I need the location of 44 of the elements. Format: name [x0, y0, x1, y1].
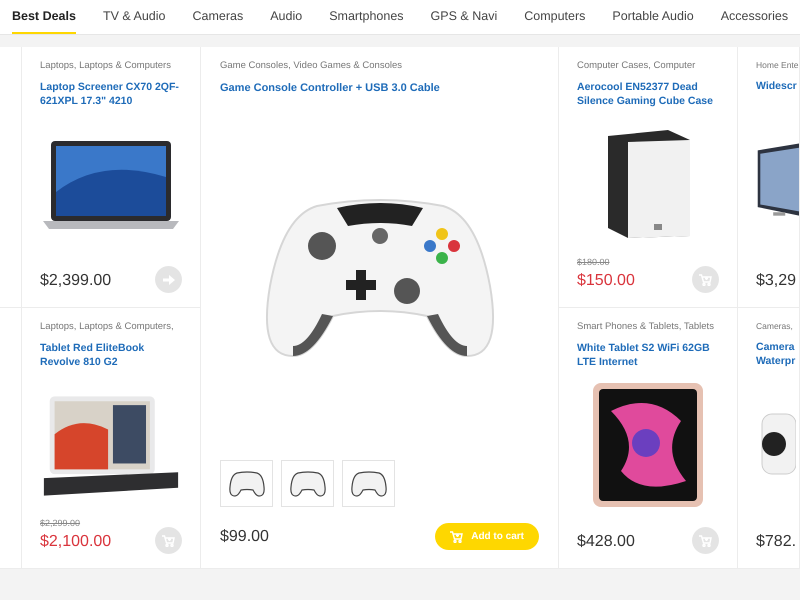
product-price: $428.00: [577, 532, 635, 552]
product-title[interactable]: Tablet Red EliteBook Revolve 810 G2: [40, 341, 182, 370]
category-tab[interactable]: TV & Audio: [102, 0, 166, 34]
product-title[interactable]: Camera Waterpr: [756, 340, 799, 368]
category-tab[interactable]: Audio: [270, 0, 302, 34]
add-to-cart-button[interactable]: [692, 266, 719, 293]
category-tab[interactable]: Portable Audio: [612, 0, 694, 34]
product-title[interactable]: White Tablet S2 WiFi 62GB LTE Internet: [577, 341, 719, 370]
category-tab[interactable]: Best Deals: [12, 0, 76, 34]
category-tab[interactable]: Accessories: [720, 0, 788, 34]
cart-icon: [699, 274, 712, 286]
product-category: Laptops, Laptops & Computers: [40, 59, 172, 73]
old-price: $180.00: [577, 256, 611, 268]
product-price: $150.00: [577, 271, 635, 291]
old-price: $2,299.00: [40, 516, 82, 530]
add-to-cart-button[interactable]: [692, 527, 719, 554]
cart-icon: [162, 534, 175, 546]
product-title[interactable]: Laptop Screener CX70 2QF-621XPL 17.3" 4210: [40, 80, 182, 108]
category-tab[interactable]: Smartphones: [329, 0, 404, 34]
product-price: $99.00: [220, 526, 269, 546]
product-category: Game Consoles, Video Games & Consoles: [220, 59, 403, 73]
cart-icon: [699, 534, 712, 546]
add-to-cart-button[interactable]: [155, 527, 182, 554]
product-title[interactable]: Game Console Controller + USB 3.0 Cable: [220, 80, 539, 97]
product-category: Home Ente: [756, 59, 799, 72]
product-price: $2,399.00: [40, 271, 112, 291]
thumbnail-image[interactable]: [281, 460, 334, 507]
product-category: Laptops, Laptops & Computers,: [40, 320, 175, 334]
product-price: $2,100.00: [40, 532, 112, 552]
product-title[interactable]: Aerocool EN52377 Dead Silence Gaming Cube Case: [577, 80, 719, 108]
view-button[interactable]: [155, 266, 182, 293]
category-tab[interactable]: Computers: [524, 0, 586, 34]
thumbnail-image[interactable]: [342, 460, 395, 507]
product-category: Cameras,: [756, 320, 794, 333]
product-category: Smart Phones & Tablets, Tablets: [577, 320, 715, 334]
product-price: $3,29: [756, 271, 796, 291]
product-price: $782.: [756, 532, 796, 552]
category-tab[interactable]: GPS & Navi: [430, 0, 498, 34]
cart-icon: [450, 530, 464, 542]
thumbnail-image[interactable]: [220, 460, 273, 507]
product-category: Computer Cases, Computer: [577, 59, 696, 73]
category-tab[interactable]: Cameras: [192, 0, 244, 34]
product-title[interactable]: Widescr: [756, 78, 799, 107]
arrow-right-icon: [162, 274, 174, 284]
